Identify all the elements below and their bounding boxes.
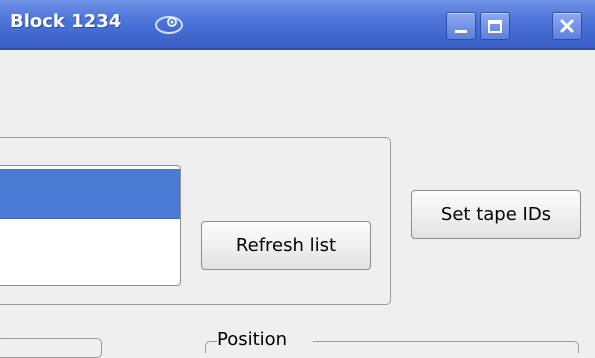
tape-list[interactable] <box>0 165 181 286</box>
position-frame <box>313 341 579 353</box>
maximize-button[interactable] <box>480 12 510 40</box>
position-frame-corner <box>205 341 217 353</box>
close-icon <box>560 19 574 33</box>
lower-left-frame <box>0 338 102 358</box>
minimize-button[interactable] <box>446 12 476 40</box>
close-button[interactable] <box>552 12 582 40</box>
position-group-label: Position <box>217 329 288 351</box>
window-title: Block 1234 <box>10 11 122 32</box>
refresh-list-button[interactable]: Refresh list <box>201 221 371 270</box>
title-bar[interactable]: Block 1234 <box>0 0 595 50</box>
maximize-icon <box>488 20 502 33</box>
opensuse-chameleon-icon <box>155 16 183 34</box>
set-tape-ids-button[interactable]: Set tape IDs <box>411 190 581 239</box>
list-item-selected[interactable] <box>0 169 180 219</box>
minimize-icon <box>455 30 467 33</box>
